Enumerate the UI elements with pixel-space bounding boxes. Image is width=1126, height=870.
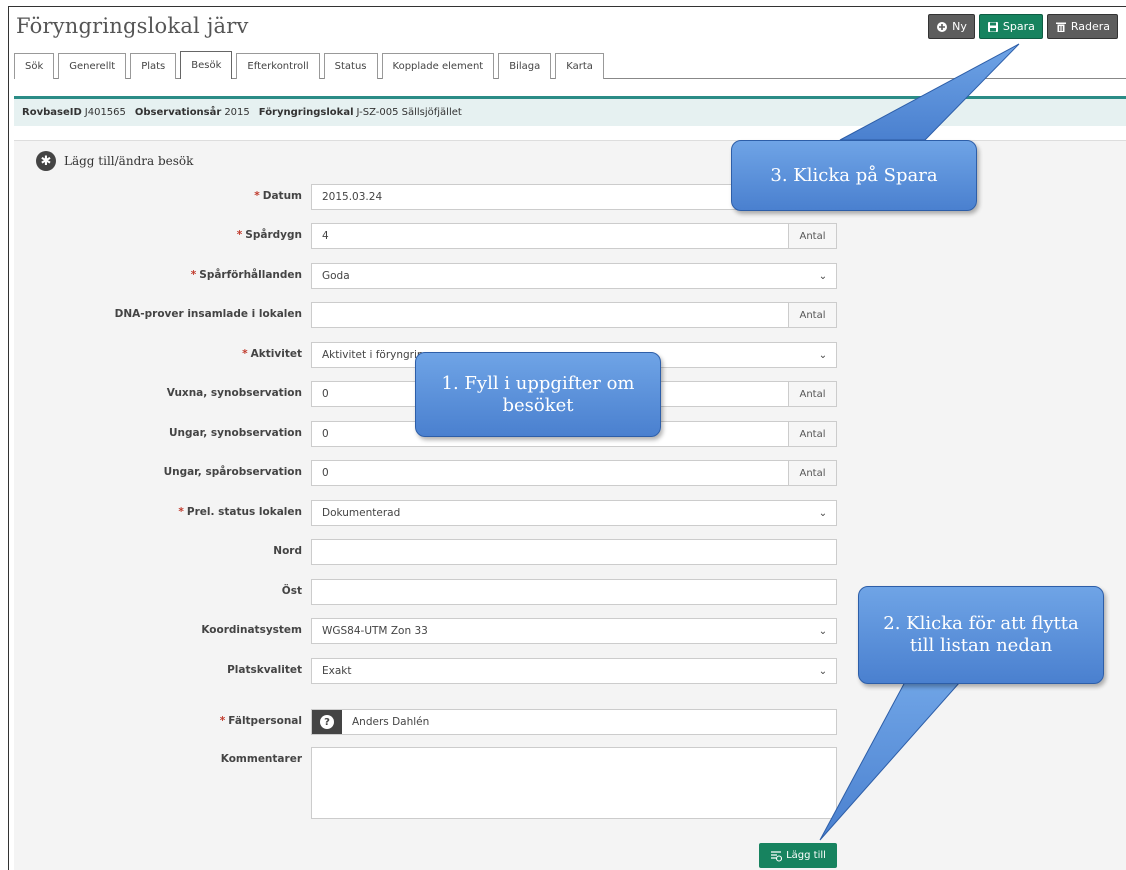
antal-addon: Antal bbox=[788, 303, 836, 327]
tab-status[interactable]: Status bbox=[323, 53, 378, 79]
save-button-label: Spara bbox=[1002, 20, 1035, 33]
add-visit-label: Lägg till bbox=[786, 850, 826, 861]
spardygn-label: Spårdygn bbox=[245, 229, 302, 241]
add-to-list-icon bbox=[771, 850, 783, 862]
kommentarer-textarea[interactable] bbox=[311, 747, 837, 819]
tab-bilaga[interactable]: Bilaga bbox=[498, 53, 552, 79]
platskvalitet-label: Platskvalitet bbox=[227, 664, 302, 676]
ungar-spar-input[interactable]: 0 Antal bbox=[311, 460, 837, 486]
new-button-label: Ny bbox=[952, 20, 967, 33]
row-platskvalitet: Platskvalitet Exakt ⌄ bbox=[14, 658, 854, 684]
row-koordinatsystem: Koordinatsystem WGS84-UTM Zon 33 ⌄ bbox=[14, 618, 854, 644]
sparforhallanden-select[interactable]: Goda ⌄ bbox=[311, 263, 837, 289]
ost-input[interactable] bbox=[311, 579, 837, 605]
nord-label: Nord bbox=[273, 545, 302, 557]
tab-bar: Sök Generellt Plats Besök Efterkontroll … bbox=[14, 51, 1126, 79]
faltpersonal-label: Fältpersonal bbox=[228, 715, 302, 727]
row-dna: DNA-prover insamlade i lokalen Antal bbox=[14, 302, 854, 328]
delete-button-label: Radera bbox=[1070, 20, 1110, 33]
tab-sok[interactable]: Sök bbox=[14, 53, 55, 79]
tab-generellt[interactable]: Generellt bbox=[58, 53, 127, 79]
chevron-down-icon: ⌄ bbox=[818, 625, 828, 637]
row-faltpersonal: * Fältpersonal ? Anders Dahlén bbox=[14, 709, 854, 735]
chevron-down-icon: ⌄ bbox=[818, 507, 828, 519]
row-ungar-spar: Ungar, spårobservation 0 Antal bbox=[14, 460, 854, 486]
chevron-down-icon: ⌄ bbox=[818, 665, 828, 677]
row-datum: * Datum 2015.03.24 bbox=[14, 184, 854, 210]
chevron-down-icon: ⌄ bbox=[818, 349, 828, 361]
save-button[interactable]: Spara bbox=[978, 14, 1043, 39]
question-icon: ? bbox=[320, 715, 334, 729]
sparforhallanden-label: Spårförhållanden bbox=[199, 269, 302, 281]
new-icon bbox=[937, 21, 948, 32]
antal-addon: Antal bbox=[788, 422, 836, 446]
gear-icon: ✱ bbox=[36, 151, 56, 171]
obsyear-label: Observationsår bbox=[134, 107, 222, 118]
callout-2: 2. Klicka för att flytta till listan ned… bbox=[858, 586, 1104, 684]
tab-besok[interactable]: Besök bbox=[180, 51, 233, 79]
row-kommentarer: Kommentarer bbox=[14, 747, 854, 819]
antal-addon: Antal bbox=[788, 382, 836, 406]
floppy-icon bbox=[987, 21, 998, 32]
toolbar: Ny Spara Radera bbox=[928, 14, 1118, 39]
lokal-value: J-SZ-005 Sällsjöfjället bbox=[356, 107, 462, 118]
tab-efterkontroll[interactable]: Efterkontroll bbox=[236, 53, 320, 79]
row-prel-status: * Prel. status lokalen Dokumenterad ⌄ bbox=[14, 500, 854, 526]
tab-kopplade-element[interactable]: Kopplade element bbox=[381, 53, 495, 79]
rovbase-label: RovbaseID bbox=[22, 107, 82, 118]
tab-karta[interactable]: Karta bbox=[555, 53, 604, 79]
delete-button[interactable]: Radera bbox=[1046, 14, 1118, 39]
trash-icon bbox=[1055, 22, 1066, 32]
row-ost: Öst bbox=[14, 579, 854, 605]
platskvalitet-select[interactable]: Exakt ⌄ bbox=[311, 658, 837, 684]
row-nord: Nord bbox=[14, 539, 854, 565]
aktivitet-label: Aktivitet bbox=[250, 348, 302, 360]
kommentarer-label: Kommentarer bbox=[220, 753, 302, 765]
tab-plats[interactable]: Plats bbox=[130, 53, 177, 79]
dna-input[interactable]: Antal bbox=[311, 302, 837, 328]
lokal-label: Föryngringslokal bbox=[258, 107, 354, 118]
add-visit-button[interactable]: Lägg till bbox=[759, 843, 837, 868]
chevron-down-icon: ⌄ bbox=[818, 270, 828, 282]
ost-label: Öst bbox=[281, 585, 302, 597]
panel-title: Lägg till/ändra besök bbox=[64, 154, 194, 168]
help-button[interactable]: ? bbox=[312, 710, 342, 734]
antal-addon: Antal bbox=[788, 224, 836, 248]
callout-1: 1. Fyll i uppgifter om besöket bbox=[415, 352, 661, 437]
row-spardygn: * Spårdygn 4 Antal bbox=[14, 223, 854, 249]
datum-label: Datum bbox=[262, 190, 302, 202]
koordinatsystem-label: Koordinatsystem bbox=[201, 624, 302, 636]
spardygn-input[interactable]: 4 Antal bbox=[311, 223, 837, 249]
prel-status-label: Prel. status lokalen bbox=[186, 506, 302, 518]
panel-header: ✱ Lägg till/ändra besök bbox=[36, 151, 193, 171]
callout-3: 3. Klicka på Spara bbox=[731, 140, 977, 211]
rovbase-value: J401565 bbox=[84, 107, 126, 118]
obsyear-value: 2015 bbox=[224, 107, 250, 118]
koordinatsystem-select[interactable]: WGS84-UTM Zon 33 ⌄ bbox=[311, 618, 837, 644]
row-sparforhallanden: * Spårförhållanden Goda ⌄ bbox=[14, 263, 854, 289]
required-marker: * bbox=[254, 190, 260, 202]
prel-status-select[interactable]: Dokumenterad ⌄ bbox=[311, 500, 837, 526]
page-title: Föryngringslokal järv bbox=[16, 14, 249, 38]
dna-label: DNA-prover insamlade i lokalen bbox=[114, 308, 302, 320]
antal-addon: Antal bbox=[788, 461, 836, 485]
nord-input[interactable] bbox=[311, 539, 837, 565]
ungar-syn-label: Ungar, synobservation bbox=[169, 427, 302, 439]
faltpersonal-input[interactable]: ? Anders Dahlén bbox=[311, 709, 837, 735]
visit-form-panel: ✱ Lägg till/ändra besök * Datum 2015.03.2… bbox=[14, 140, 1126, 870]
new-button[interactable]: Ny bbox=[928, 14, 975, 39]
record-info-bar: RovbaseID J401565 Observationsår 2015 Fö… bbox=[14, 96, 1126, 126]
ungar-spar-label: Ungar, spårobservation bbox=[163, 466, 302, 478]
vuxna-label: Vuxna, synobservation bbox=[166, 387, 302, 399]
